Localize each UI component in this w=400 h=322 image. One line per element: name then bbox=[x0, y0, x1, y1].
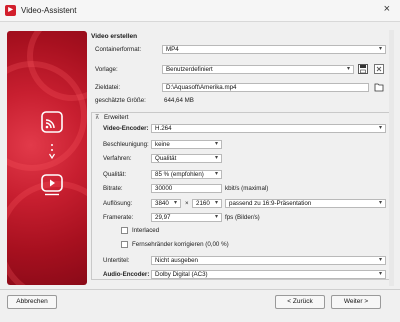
scrollbar[interactable] bbox=[389, 30, 394, 286]
groesse-value: 644,64 MB bbox=[164, 97, 194, 104]
app-icon: ▶ bbox=[5, 5, 16, 16]
framerate-label: Framerate: bbox=[103, 214, 134, 221]
beschleunigung-label: Beschleunigung: bbox=[103, 141, 149, 148]
bitrate-input[interactable]: 30000 bbox=[151, 184, 222, 193]
verfahren-select[interactable]: Qualität bbox=[151, 154, 222, 163]
fernseh-label: Fernsehränder korrigieren (0,00 %) bbox=[132, 241, 229, 248]
window-title: Video-Assistent bbox=[21, 6, 77, 15]
interlaced-label: Interlaced bbox=[132, 227, 160, 234]
zieldatei-input[interactable]: D:\Aquasoft\Amerika.mp4 bbox=[162, 83, 369, 92]
times-sign: × bbox=[185, 200, 189, 207]
framerate-select[interactable]: 29,97 bbox=[151, 213, 222, 222]
cast-icon bbox=[41, 111, 63, 133]
back-button[interactable]: < Zurück bbox=[275, 295, 325, 309]
footer-divider bbox=[0, 289, 400, 290]
video-encoder-select[interactable]: H.264 bbox=[151, 124, 386, 133]
qualitaet-select[interactable]: 85 % (empfohlen) bbox=[151, 170, 222, 179]
bitrate-unit: kbit/s (maximal) bbox=[225, 185, 269, 192]
qualitaet-label: Qualität: bbox=[103, 171, 127, 178]
resolution-preset-select[interactable]: passend zu 16:9-Präsentation bbox=[225, 199, 386, 208]
vorlage-select[interactable]: Benutzerdefiniert bbox=[162, 65, 354, 74]
untertitel-select[interactable]: Nicht ausgeben bbox=[151, 256, 386, 265]
folder-icon[interactable] bbox=[374, 82, 384, 92]
interlaced-checkbox[interactable] bbox=[121, 227, 128, 234]
untertitel-label: Untertitel: bbox=[103, 257, 130, 264]
aufloesung-label: Auflösung: bbox=[103, 200, 133, 207]
save-icon[interactable] bbox=[358, 64, 368, 74]
audio-encoder-label: Audio-Encoder: bbox=[103, 271, 150, 278]
container-select[interactable]: MP4 bbox=[162, 45, 386, 54]
next-button[interactable]: Weiter > bbox=[331, 295, 381, 309]
zieldatei-label: Zieldatei: bbox=[95, 84, 121, 91]
wizard-side-panel bbox=[7, 31, 87, 285]
width-select[interactable]: 3840 bbox=[151, 199, 181, 208]
framerate-unit: fps (Bilder/s) bbox=[225, 214, 260, 221]
erweitert-label: Erweitert bbox=[104, 114, 129, 121]
erweitert-group bbox=[91, 112, 391, 280]
cancel-button[interactable]: Abbrechen bbox=[7, 295, 57, 309]
swirl-decoration bbox=[7, 181, 87, 285]
delete-icon[interactable] bbox=[374, 64, 384, 74]
fernseh-checkbox[interactable] bbox=[121, 241, 128, 248]
close-button[interactable]: × bbox=[384, 3, 390, 15]
settings-area: Video erstellen Containerformat: MP4 Vor… bbox=[91, 30, 391, 286]
video-encoder-label: Video-Encoder: bbox=[103, 125, 149, 132]
audio-encoder-select[interactable]: Dolby Digital (AC3) bbox=[151, 270, 386, 279]
collapse-icon[interactable]: ⊼ bbox=[95, 114, 100, 121]
groesse-label: geschätzte Größe: bbox=[95, 97, 146, 104]
video-play-icon bbox=[41, 174, 63, 196]
beschleunigung-select[interactable]: keine bbox=[151, 140, 222, 149]
height-select[interactable]: 2160 bbox=[192, 199, 222, 208]
section-title: Video erstellen bbox=[91, 33, 138, 40]
arrow-down-icon bbox=[49, 144, 55, 160]
vorlage-label: Vorlage: bbox=[95, 66, 118, 73]
bitrate-label: Bitrate: bbox=[103, 185, 123, 192]
title-bar: ▶ Video-Assistent × bbox=[0, 0, 400, 22]
container-label: Containerformat: bbox=[95, 46, 142, 53]
verfahren-label: Verfahren: bbox=[103, 155, 132, 162]
